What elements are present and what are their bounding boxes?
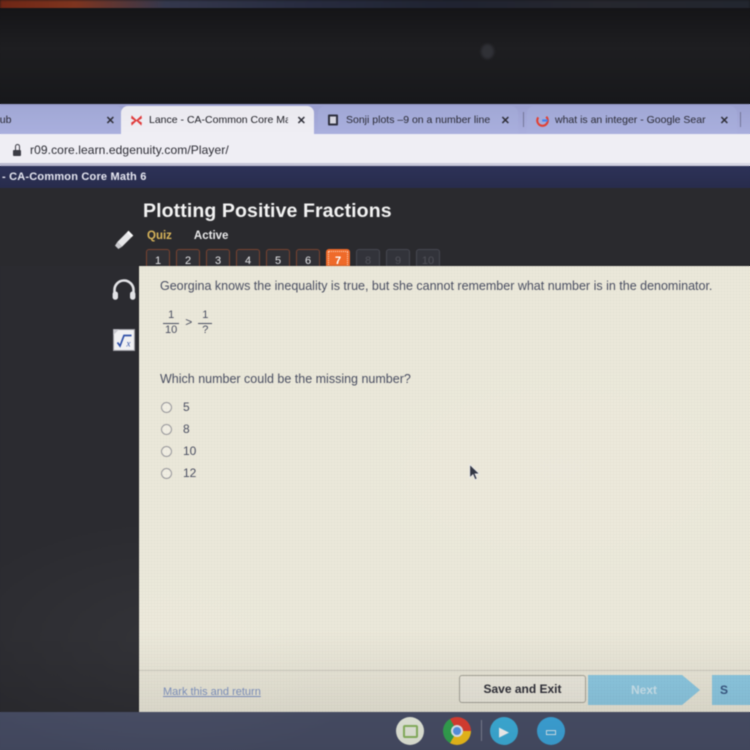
- fraction-numerator: 1: [202, 309, 209, 321]
- close-icon[interactable]: ✕: [103, 114, 115, 127]
- fraction-numerator: 1: [168, 309, 175, 321]
- answer-choice-2[interactable]: 10: [161, 444, 196, 458]
- laptop-photo: elligent Hub ✕ Lance - CA-Common Core Ma…: [0, 0, 750, 750]
- inequality-expression: 1 10 > 1 ?: [163, 309, 213, 336]
- radio-button[interactable]: [161, 467, 172, 479]
- next-button[interactable]: Next: [588, 675, 700, 705]
- meet-glyph: ▶: [499, 723, 509, 739]
- edgenuity-player: - CA-Common Core Math 6 Plotting Positiv…: [0, 166, 750, 750]
- omnibox[interactable]: r09.core.learn.edgenuity.com/Player/: [0, 134, 750, 166]
- answer-choice-1[interactable]: 8: [161, 422, 196, 436]
- document-favicon-icon: [326, 113, 340, 127]
- svg-text:x: x: [126, 339, 131, 349]
- launcher-icon[interactable]: [396, 717, 424, 745]
- browser-tab-2[interactable]: Sonji plots –9 on a number line ✕: [318, 106, 518, 134]
- meet-icon[interactable]: ▶: [490, 717, 518, 745]
- headphones-tool-button[interactable]: [109, 276, 139, 304]
- tool-rail: x: [106, 226, 142, 354]
- answer-choice-label: 10: [183, 444, 197, 458]
- answer-choices: 5 8 10 12: [161, 400, 196, 480]
- activity-status-label: Active: [193, 230, 229, 242]
- answer-choice-3[interactable]: 12: [161, 466, 196, 480]
- calculator-icon: x: [111, 327, 137, 353]
- tab-title: Lance - CA-Common Core Math: [149, 114, 288, 126]
- browser-window: elligent Hub ✕ Lance - CA-Common Core Ma…: [0, 104, 750, 750]
- breadcrumb-text: - CA-Common Core Math 6: [2, 171, 147, 183]
- answer-choice-label: 5: [183, 400, 190, 414]
- fraction-left: 1 10: [163, 309, 180, 336]
- close-icon[interactable]: ✕: [717, 114, 729, 127]
- calculator-tool-button[interactable]: x: [109, 326, 139, 354]
- answer-choice-0[interactable]: 5: [161, 400, 196, 414]
- activity-subheader: Quiz Active: [147, 230, 228, 242]
- highlighter-tool-button[interactable]: [109, 226, 139, 254]
- question-stem: Georgina knows the inequality is true, b…: [160, 279, 713, 293]
- browser-tabstrip: elligent Hub ✕ Lance - CA-Common Core Ma…: [0, 104, 750, 134]
- fraction-denominator: 10: [165, 323, 178, 336]
- breadcrumb: - CA-Common Core Math 6: [0, 166, 750, 188]
- tab-divider: [523, 112, 524, 127]
- activity-type-label: Quiz: [147, 230, 172, 242]
- google-favicon-icon: [535, 113, 549, 127]
- page-title: Plotting Positive Fractions: [143, 200, 392, 222]
- save-and-exit-button[interactable]: Save and Exit: [459, 675, 586, 703]
- laptop-bezel: [0, 8, 750, 108]
- files-icon[interactable]: ▭: [537, 717, 565, 745]
- close-icon[interactable]: ✕: [294, 114, 306, 127]
- highlighter-icon: [111, 227, 137, 253]
- radio-button[interactable]: [161, 423, 172, 435]
- submit-button[interactable]: S: [712, 675, 750, 705]
- radio-button[interactable]: [161, 445, 172, 457]
- webcam-icon: [481, 44, 494, 59]
- headphones-icon: [111, 279, 137, 301]
- question-card: Georgina knows the inequality is true, b…: [139, 266, 750, 727]
- question-prompt: Which number could be the missing number…: [160, 372, 411, 386]
- taskbar-divider: [481, 720, 482, 741]
- browser-tab-0[interactable]: elligent Hub ✕: [0, 106, 123, 134]
- tab-title: what is an integer - Google Sear: [555, 114, 706, 126]
- browser-tab-3[interactable]: what is an integer - Google Sear ✕: [527, 106, 737, 134]
- lock-icon: [12, 144, 22, 156]
- url-text: r09.core.learn.edgenuity.com/Player/: [30, 143, 229, 157]
- tab-title: elligent Hub: [0, 114, 12, 126]
- answer-choice-label: 8: [183, 422, 190, 436]
- fraction-right: 1 ?: [198, 309, 213, 336]
- browser-tab-1[interactable]: Lance - CA-Common Core Math ✕: [121, 106, 314, 134]
- mouse-cursor-icon: [469, 463, 481, 481]
- inequality-operator: >: [185, 315, 193, 330]
- mark-this-and-return-link[interactable]: Mark this and return: [163, 686, 261, 698]
- edgenuity-favicon-icon: [129, 113, 143, 127]
- fraction-denominator: ?: [202, 323, 209, 336]
- tab-divider: [740, 112, 741, 127]
- answer-choice-label: 12: [183, 466, 197, 480]
- close-icon[interactable]: ✕: [498, 114, 510, 127]
- tab-title: Sonji plots –9 on a number line: [346, 114, 491, 126]
- chrome-icon[interactable]: [443, 717, 471, 745]
- taskbar: ▶ ▭: [0, 712, 750, 750]
- files-glyph: ▭: [544, 723, 558, 739]
- radio-button[interactable]: [161, 401, 172, 413]
